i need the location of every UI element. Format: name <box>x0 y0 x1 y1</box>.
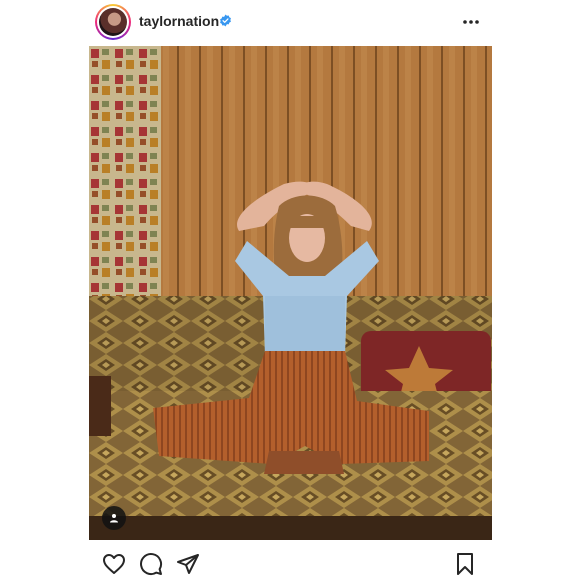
heart-icon[interactable] <box>102 552 126 576</box>
verified-badge-icon <box>220 14 231 27</box>
story-ring[interactable] <box>95 4 131 40</box>
bookmark-icon[interactable] <box>453 552 477 576</box>
user-tag-icon <box>110 514 118 523</box>
send-icon[interactable] <box>176 552 200 576</box>
action-bar <box>0 548 580 578</box>
post-header: taylornation <box>0 0 580 46</box>
username-link[interactable]: taylornation <box>139 13 219 29</box>
post-image[interactable] <box>89 46 492 540</box>
comment-icon[interactable] <box>139 552 163 576</box>
avatar[interactable] <box>99 8 127 36</box>
post-photo-illustration <box>89 46 492 540</box>
more-options-icon[interactable] <box>460 12 482 32</box>
